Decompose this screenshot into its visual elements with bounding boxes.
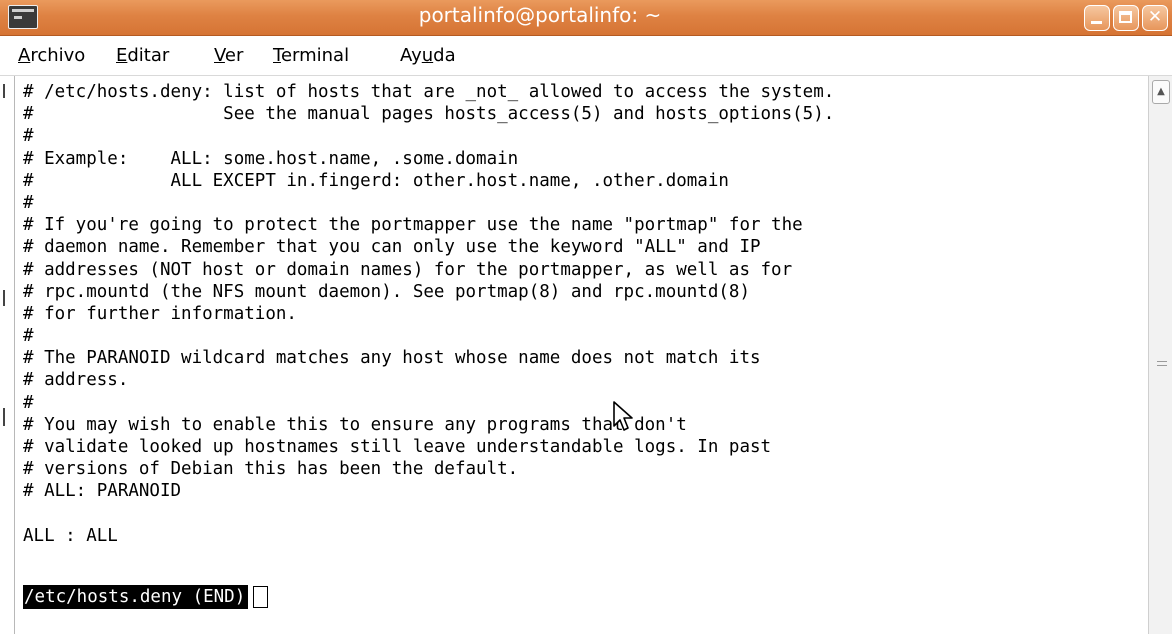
menu-bar: Archivo Editar Ver Terminal Ayuda: [0, 36, 1172, 76]
menu-terminal[interactable]: Terminal: [273, 45, 349, 66]
menu-ayuda-mnemonic: u: [421, 45, 434, 66]
terminal-line: # You may wish to enable this to ensure …: [23, 414, 687, 435]
terminal-area[interactable]: # /etc/hosts.deny: list of hosts that ar…: [14, 76, 1148, 634]
menu-editar[interactable]: Editar: [116, 45, 169, 66]
menu-ayuda-label-pre: Ay: [400, 45, 422, 66]
terminal-line: #: [23, 326, 34, 347]
menu-ver-mnemonic: V: [214, 45, 225, 66]
window-edge-mark: [3, 408, 5, 426]
window-edge-mark: [3, 84, 5, 98]
terminal-line: #: [23, 192, 34, 213]
minimize-icon: [1091, 21, 1102, 24]
mouse-pointer-icon: [613, 401, 633, 431]
pager-prompt[interactable]: /etc/hosts.deny (END): [23, 585, 269, 609]
terminal-line: # address.: [23, 370, 129, 391]
terminal-line: #: [23, 126, 34, 147]
terminal-line: # If you're going to protect the portmap…: [23, 215, 803, 236]
menu-archivo[interactable]: Archivo: [18, 45, 85, 66]
vertical-scrollbar[interactable]: ▲: [1148, 76, 1172, 634]
terminal-line: # See the manual pages hosts_access(5) a…: [23, 104, 835, 125]
text-cursor: [253, 586, 269, 608]
menu-editar-label: ditar: [127, 45, 170, 66]
minimize-button[interactable]: [1084, 5, 1110, 31]
terminal-line: # The PARANOID wildcard matches any host…: [23, 348, 761, 369]
terminal-window: portalinfo@portalinfo: ~ ✕ Archivo Edita…: [0, 0, 1172, 634]
menu-archivo-label: rchivo: [30, 45, 86, 66]
menu-terminal-label: erminal: [280, 45, 350, 66]
close-icon: ✕: [1147, 7, 1163, 27]
terminal-output: # /etc/hosts.deny: list of hosts that ar…: [23, 81, 834, 547]
terminal-line: # for further information.: [23, 303, 297, 324]
menu-ver-label: er: [224, 45, 244, 66]
terminal-line: ALL : ALL: [23, 525, 118, 546]
terminal-line: # daemon name. Remember that you can onl…: [23, 237, 761, 258]
terminal-line: # ALL: PARANOID: [23, 481, 182, 502]
pager-status-text: /etc/hosts.deny (END): [23, 585, 249, 609]
terminal-line: # rpc.mountd (the NFS mount daemon). See…: [23, 281, 750, 302]
terminal-line: # versions of Debian this has been the d…: [23, 459, 519, 480]
close-button[interactable]: ✕: [1142, 5, 1168, 31]
scroll-up-arrow-icon[interactable]: ▲: [1152, 80, 1170, 104]
terminal-line: # /etc/hosts.deny: list of hosts that ar…: [23, 82, 835, 102]
menu-ver[interactable]: Ver: [214, 45, 243, 66]
terminal-line: # validate looked up hostnames still lea…: [23, 437, 772, 457]
terminal-line: # addresses (NOT host or domain names) f…: [23, 259, 793, 280]
menu-archivo-mnemonic: A: [18, 45, 31, 66]
maximize-button[interactable]: [1113, 5, 1139, 31]
terminal-line: # ALL EXCEPT in.fingerd: other.host.name…: [23, 170, 729, 191]
window-title: portalinfo@portalinfo: ~: [418, 3, 662, 27]
title-bar[interactable]: portalinfo@portalinfo: ~ ✕: [0, 0, 1172, 36]
menu-ayuda[interactable]: Ayuda: [400, 45, 456, 66]
menu-ayuda-label-rest: da: [433, 45, 456, 66]
terminal-line: # Example: ALL: some.host.name, .some.do…: [23, 148, 519, 169]
scrollbar-grip[interactable]: [1157, 361, 1167, 366]
menu-editar-mnemonic: E: [116, 45, 128, 66]
terminal-line: #: [23, 392, 34, 413]
maximize-icon: [1119, 11, 1132, 23]
menu-terminal-mnemonic: T: [273, 45, 281, 66]
window-edge-mark: [3, 290, 5, 306]
